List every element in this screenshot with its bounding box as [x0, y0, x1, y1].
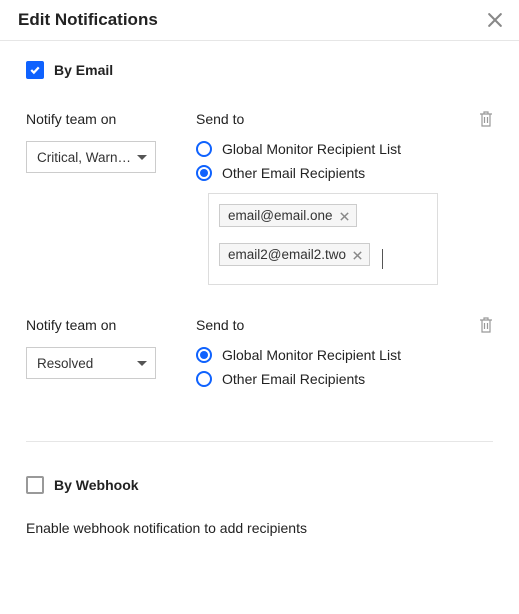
- delete-section-2-icon[interactable]: [479, 317, 493, 333]
- chevron-down-icon: [137, 155, 147, 160]
- radio-other-2-label: Other Email Recipients: [222, 371, 365, 387]
- notify-select-value-1: Critical, Warn…: [37, 150, 131, 165]
- notify-section-1: Notify team on Critical, Warn… Send to G…: [26, 111, 493, 285]
- radio-global-1-input[interactable]: [196, 141, 212, 157]
- email-tag: email2@email2.two: [219, 243, 370, 266]
- radio-global-2-input[interactable]: [196, 347, 212, 363]
- radio-other-2[interactable]: Other Email Recipients: [196, 371, 493, 387]
- email-tags-box[interactable]: email@email.one email2@email2.two: [208, 193, 438, 285]
- notify-col-left-2: Notify team on Resolved: [26, 317, 166, 395]
- by-webhook-row[interactable]: By Webhook: [26, 476, 493, 494]
- notify-team-label-2: Notify team on: [26, 317, 166, 333]
- radio-global-2-label: Global Monitor Recipient List: [222, 347, 401, 363]
- by-webhook-checkbox[interactable]: [26, 476, 44, 494]
- by-webhook-label: By Webhook: [54, 477, 139, 493]
- send-col-1: Send to Global Monitor Recipient List Ot…: [196, 111, 493, 285]
- radio-global-1-label: Global Monitor Recipient List: [222, 141, 401, 157]
- dialog-title: Edit Notifications: [18, 10, 158, 30]
- webhook-hint: Enable webhook notification to add recip…: [26, 520, 493, 536]
- notify-col-left-1: Notify team on Critical, Warn…: [26, 111, 166, 285]
- notify-select-1[interactable]: Critical, Warn…: [26, 141, 156, 173]
- delete-section-1-icon[interactable]: [479, 111, 493, 127]
- close-icon[interactable]: [485, 10, 505, 30]
- tag-input-cursor: [382, 249, 383, 269]
- radio-global-1[interactable]: Global Monitor Recipient List: [196, 141, 493, 157]
- notify-select-2[interactable]: Resolved: [26, 347, 156, 379]
- notify-select-value-2: Resolved: [37, 356, 93, 371]
- radio-other-1-input[interactable]: [196, 165, 212, 181]
- radio-other-1[interactable]: Other Email Recipients: [196, 165, 493, 181]
- email-tag-text: email@email.one: [228, 208, 333, 223]
- by-email-label: By Email: [54, 62, 113, 78]
- email-tag: email@email.one: [219, 204, 357, 227]
- send-to-label-2: Send to: [196, 317, 493, 333]
- radio-other-2-input[interactable]: [196, 371, 212, 387]
- email-tag-text: email2@email2.two: [228, 247, 346, 262]
- notify-section-2: Notify team on Resolved Send to Global M…: [26, 317, 493, 395]
- send-col-2: Send to Global Monitor Recipient List Ot…: [196, 317, 493, 395]
- dialog-body: By Email Notify team on Critical, Warn… …: [0, 41, 519, 562]
- by-email-checkbox[interactable]: [26, 61, 44, 79]
- dialog-header: Edit Notifications: [0, 0, 519, 41]
- by-email-row[interactable]: By Email: [26, 61, 493, 79]
- chevron-down-icon: [137, 361, 147, 366]
- section-divider: [26, 441, 493, 442]
- radio-global-2[interactable]: Global Monitor Recipient List: [196, 347, 493, 363]
- remove-tag-icon[interactable]: [339, 210, 350, 221]
- send-to-label-1: Send to: [196, 111, 493, 127]
- notify-team-label-1: Notify team on: [26, 111, 166, 127]
- remove-tag-icon[interactable]: [352, 249, 363, 260]
- radio-other-1-label: Other Email Recipients: [222, 165, 365, 181]
